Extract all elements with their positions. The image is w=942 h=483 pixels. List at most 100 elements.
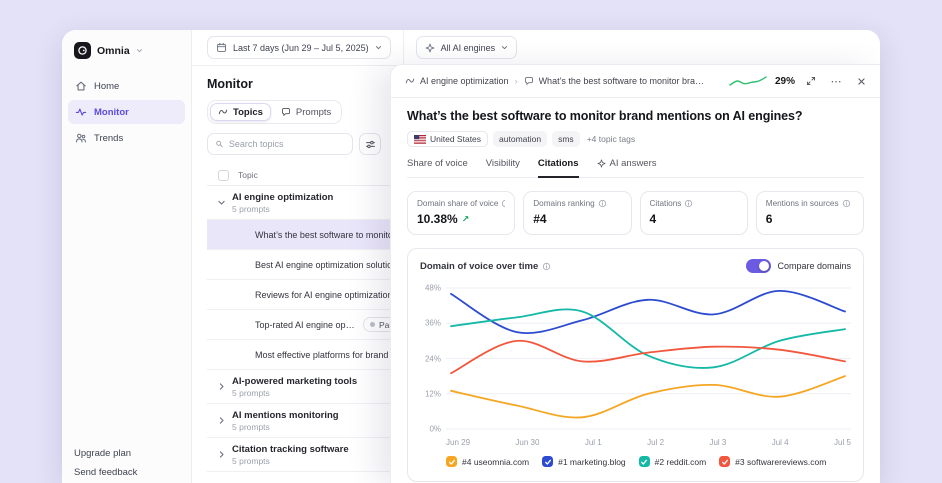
tab-prompts[interactable]: Prompts xyxy=(273,103,339,121)
close-panel-button[interactable] xyxy=(852,73,870,89)
topic-tag[interactable]: sms xyxy=(552,131,580,147)
more-options-button[interactable]: ⋯ xyxy=(827,73,845,89)
prompt-label: Top-rated AI engine optimization tools xyxy=(255,319,357,330)
chevron-down-icon xyxy=(136,47,143,54)
sidebar-item-monitor[interactable]: Monitor xyxy=(68,100,185,124)
sidebar-item-label: Home xyxy=(94,80,120,92)
sliders-icon xyxy=(365,140,375,148)
tab-topics[interactable]: Topics xyxy=(210,103,271,121)
tab-ai-answers[interactable]: AI answers xyxy=(597,158,657,178)
search-row xyxy=(207,133,381,155)
legend-item[interactable]: #4 useomnia.com xyxy=(446,456,529,467)
column-header-topic: Topic xyxy=(238,170,258,180)
tab-citations[interactable]: Citations xyxy=(537,158,579,178)
sidebar-item-home[interactable]: Home xyxy=(68,74,185,98)
score-sparkline xyxy=(729,76,767,86)
topic-tag[interactable]: automation xyxy=(493,131,548,147)
x-tick-label: Jun 29 xyxy=(446,438,471,447)
prompt-detail-panel: AI engine optimization › What’s the best… xyxy=(390,64,880,483)
y-tick-label: 12% xyxy=(424,389,441,399)
stat-label: Citations xyxy=(649,199,682,208)
stat-cards: Domain share of voice 10.38% ↗ Domains ra… xyxy=(407,191,864,235)
tab-label: Share of voice xyxy=(407,158,468,169)
users-icon xyxy=(76,133,86,143)
toggle-label: Compare domains xyxy=(777,261,851,271)
info-icon[interactable] xyxy=(684,199,693,208)
topic-meta: 5 prompts xyxy=(232,387,270,398)
app-window: Omnia Home Monitor Trends Upgrade plan S… xyxy=(62,30,880,483)
legend-checkbox[interactable] xyxy=(638,456,650,467)
y-tick-label: 24% xyxy=(424,354,441,363)
stat-value: 6 xyxy=(765,212,773,226)
x-tick-label: Jul 5 xyxy=(834,438,851,447)
y-axis-labels: 0% 12% 24% 36% 48% xyxy=(420,283,446,435)
y-tick-label: 36% xyxy=(424,318,441,328)
tab-label: Citations xyxy=(537,158,579,169)
chevron-right-icon[interactable] xyxy=(217,382,226,391)
legend-label: #3 softwarereviews.com xyxy=(735,456,827,467)
chevron-down-icon[interactable] xyxy=(217,198,226,207)
expand-panel-button[interactable] xyxy=(802,73,820,89)
topic-group-text: Citation tracking software 5 prompts xyxy=(232,444,349,466)
tab-label: Prompts xyxy=(295,106,332,118)
topic-name: AI mentions monitoring xyxy=(232,409,339,421)
chart-card-header: Domain of voice over time Compare domain… xyxy=(420,259,851,273)
country-tag[interactable]: United States xyxy=(407,131,489,147)
tab-label: AI answers xyxy=(609,158,657,169)
y-tick-label: 0% xyxy=(429,424,441,434)
view-switcher: Topics Prompts xyxy=(207,100,343,124)
chart-title: Domain of voice over time xyxy=(420,260,539,272)
stat-value: 10.38% xyxy=(417,212,458,226)
topic-icon xyxy=(218,109,228,115)
panel-header-actions: 29% ⋯ xyxy=(728,73,870,89)
send-feedback-link[interactable]: Send feedback xyxy=(74,467,179,478)
tab-visibility[interactable]: Visibility xyxy=(486,158,520,178)
topic-name: AI-powered marketing tools xyxy=(232,375,358,387)
panel-header: AI engine optimization › What’s the best… xyxy=(391,65,880,98)
search-box xyxy=(207,133,353,155)
info-icon[interactable] xyxy=(542,262,551,271)
chat-icon xyxy=(281,108,290,116)
compare-domains-toggle[interactable] xyxy=(746,259,772,273)
legend-item[interactable]: #1 marketing.blog xyxy=(542,456,626,467)
legend-item[interactable]: #2 reddit.com xyxy=(638,456,706,467)
legend-item[interactable]: #3 softwarereviews.com xyxy=(719,456,826,467)
sidebar-item-trends[interactable]: Trends xyxy=(68,126,185,150)
info-icon[interactable] xyxy=(842,199,851,208)
sidebar-nav: Home Monitor Trends xyxy=(62,68,191,156)
us-flag-icon xyxy=(414,134,426,144)
home-icon xyxy=(76,81,86,91)
date-range-filter[interactable]: Last 7 days (Jun 29 – Jul 5, 2025) xyxy=(207,36,391,59)
breadcrumb-prompt[interactable]: What’s the best software to monitor bran… xyxy=(524,76,707,86)
select-all-checkbox[interactable] xyxy=(218,169,229,181)
breadcrumb-topic[interactable]: AI engine optimization xyxy=(405,76,509,86)
topbar-divider xyxy=(402,30,404,65)
topic-meta: 5 prompts xyxy=(232,421,270,432)
filter-button[interactable] xyxy=(359,133,381,155)
sidebar: Omnia Home Monitor Trends Upgrade plan S… xyxy=(62,30,192,483)
tab-label: Visibility xyxy=(485,158,520,169)
legend-checkbox[interactable] xyxy=(542,456,554,467)
info-icon[interactable] xyxy=(598,199,607,208)
x-axis-labels: Jun 29 Jun 30 Jul 1 Jul 2 Jul 3 Jul 4 Jul 5 xyxy=(446,438,851,447)
chart-legend: #4 useomnia.com #1 marketing.blog #2 reddi… xyxy=(446,456,851,467)
legend-checkbox[interactable] xyxy=(719,456,731,467)
workspace-switcher[interactable]: Omnia xyxy=(62,30,191,68)
search-input[interactable] xyxy=(228,139,345,149)
more-tags-link[interactable]: +4 topic tags xyxy=(587,134,635,144)
x-tick-label: Jul 1 xyxy=(584,438,602,447)
chevron-right-icon[interactable] xyxy=(217,450,226,459)
legend-checkbox[interactable] xyxy=(446,456,457,467)
chevron-right-icon[interactable] xyxy=(217,416,226,425)
sparkle-icon xyxy=(597,159,606,168)
chevron-down-icon xyxy=(501,44,508,51)
stat-value: #4 xyxy=(533,212,547,226)
date-range-label: Last 7 days (Jun 29 – Jul 5, 2025) xyxy=(233,42,369,53)
status-dot-icon xyxy=(370,322,375,327)
info-icon[interactable] xyxy=(501,199,506,208)
upgrade-plan-link[interactable]: Upgrade plan xyxy=(74,448,179,459)
ai-engine-filter[interactable]: All AI engines xyxy=(415,36,518,59)
tab-share-of-voice[interactable]: Share of voice xyxy=(407,158,468,178)
x-tick-label: Jul 4 xyxy=(771,438,789,447)
stat-value: 4 xyxy=(649,212,657,226)
